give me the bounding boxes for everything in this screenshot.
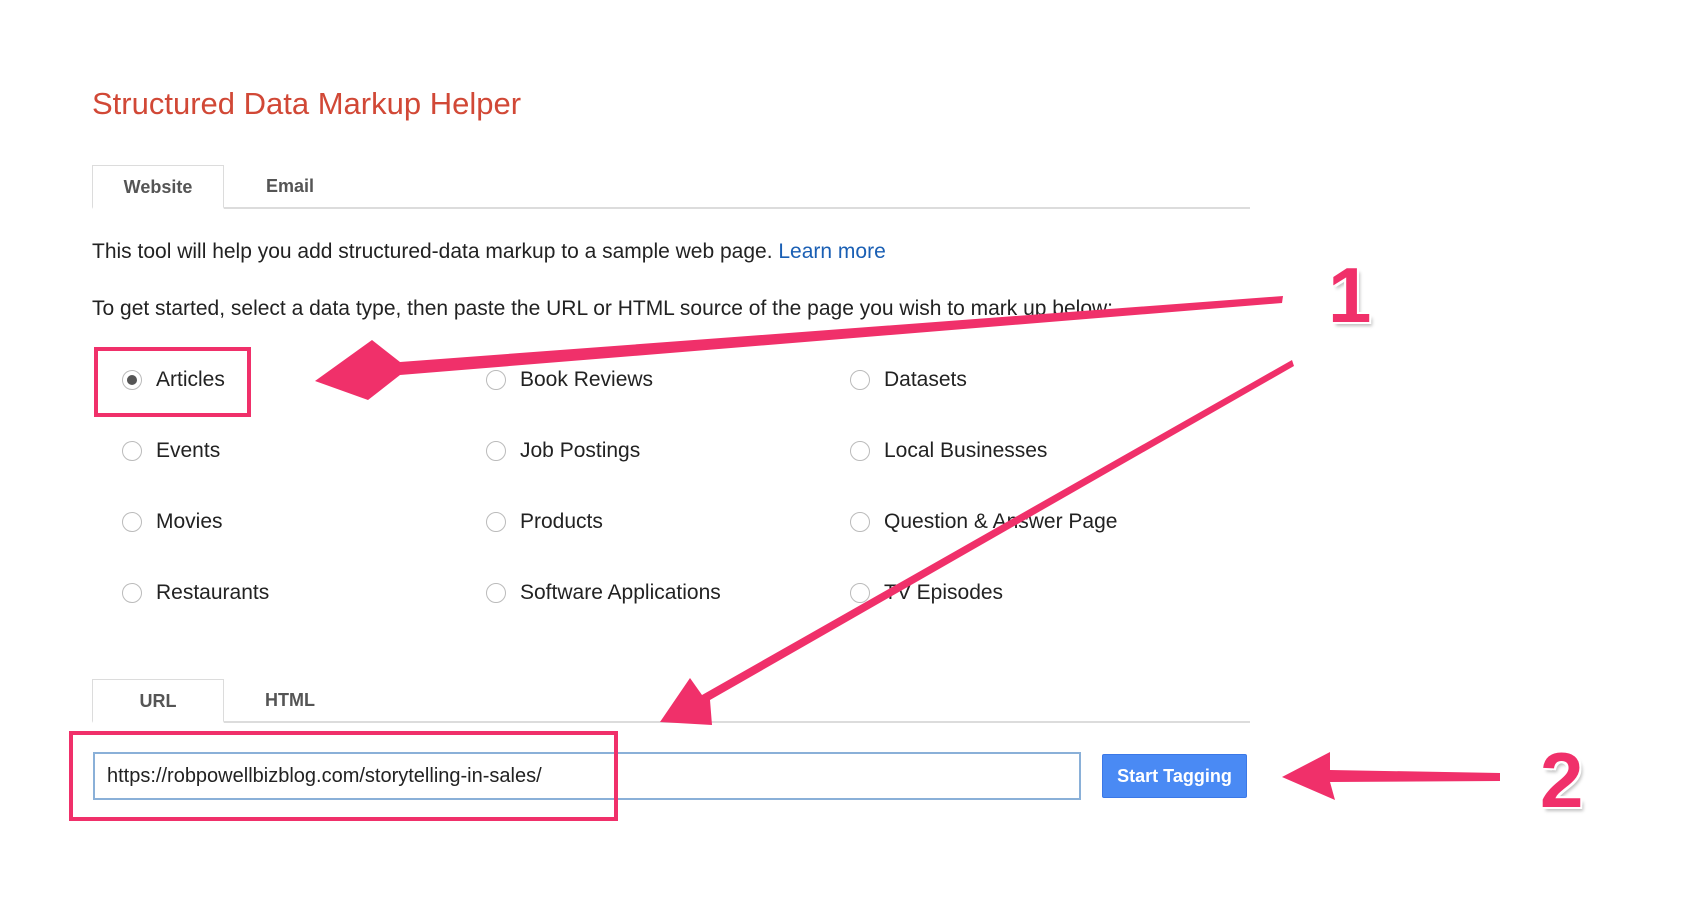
arrow-1-to-articles <box>315 296 1283 400</box>
step-2-label: 2 <box>1540 736 1584 824</box>
arrow-1-to-url-input <box>660 360 1294 725</box>
arrow-2-to-button <box>1282 752 1500 800</box>
annotation-arrows <box>315 296 1500 800</box>
step-1-label: 1 <box>1328 251 1372 339</box>
